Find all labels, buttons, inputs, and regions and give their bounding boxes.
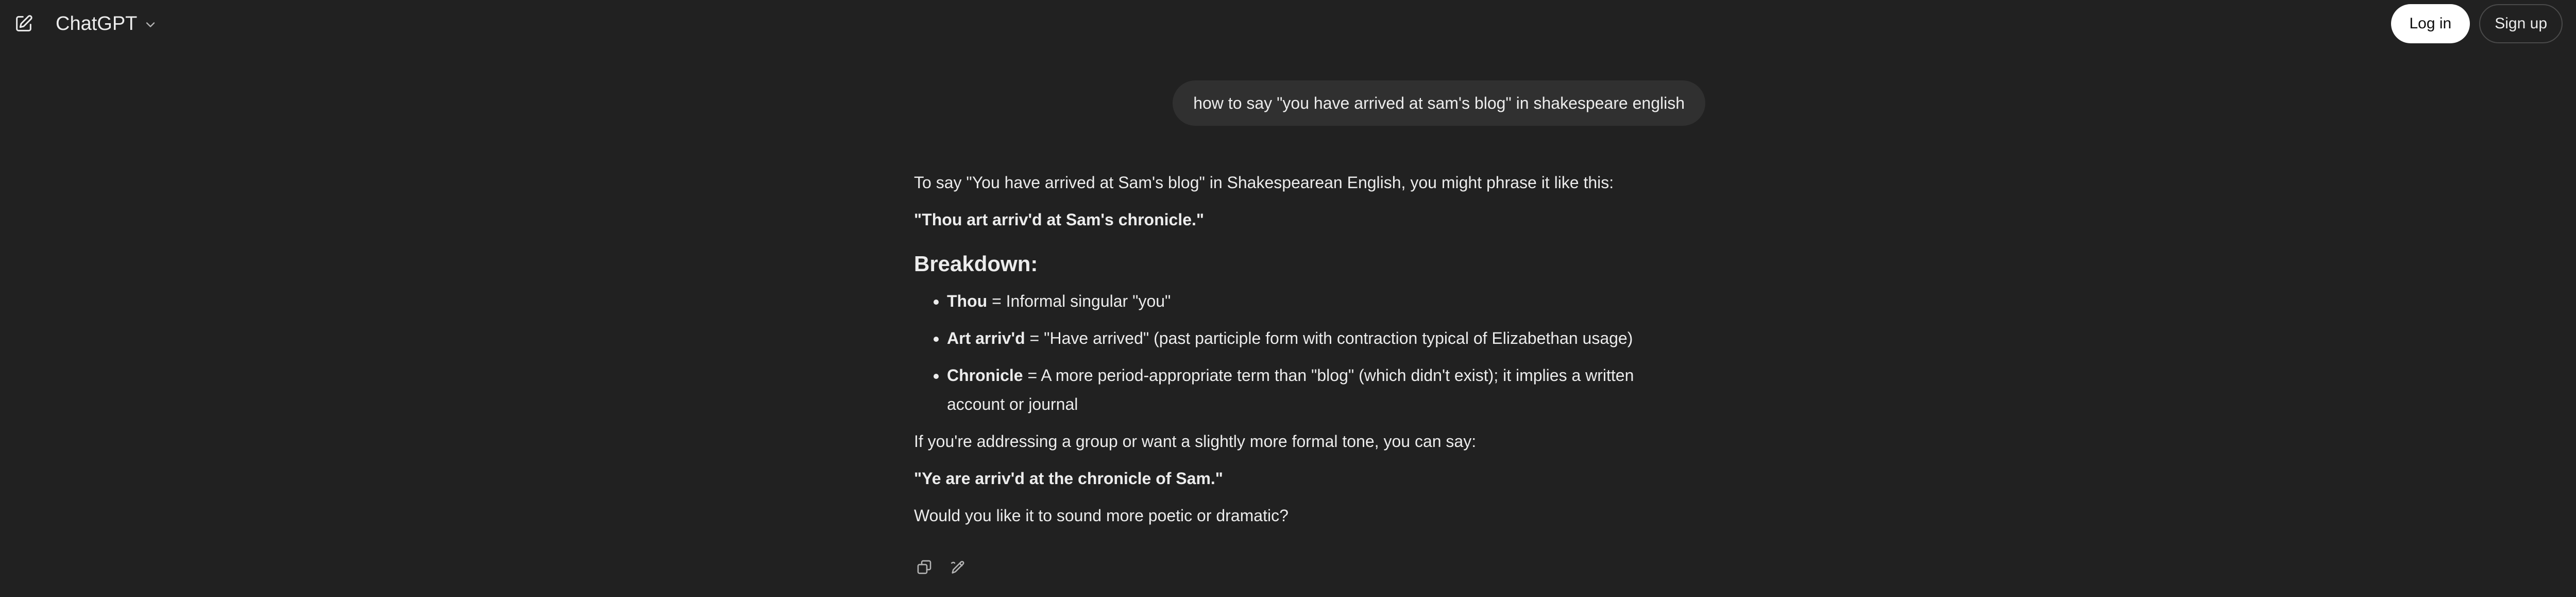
new-chat-button[interactable] xyxy=(10,10,37,37)
login-button[interactable]: Log in xyxy=(2391,4,2470,43)
breakdown-term: Thou xyxy=(947,292,988,310)
formal-intro: If you're addressing a group or want a s… xyxy=(914,432,1477,451)
message-actions xyxy=(914,557,969,577)
breakdown-definition: = "Have arrived" (past participle form w… xyxy=(1025,329,1633,347)
breakdown-definition: = A more period-appropriate term than "b… xyxy=(947,366,1634,413)
breakdown-term: Chronicle xyxy=(947,366,1023,385)
assistant-intro: To say "You have arrived at Sam's blog" … xyxy=(914,173,1614,192)
breakdown-term: Art arriv'd xyxy=(947,329,1025,347)
breakdown-item: Chronicle = A more period-appropriate te… xyxy=(947,361,1668,419)
breakdown-item: Art arriv'd = "Have arrived" (past parti… xyxy=(947,324,1668,353)
user-message: how to say "you have arrived at sam's bl… xyxy=(1173,80,1705,126)
model-selector[interactable]: ChatGPT xyxy=(56,9,158,38)
edit-button[interactable] xyxy=(948,557,969,577)
chevron-down-icon xyxy=(146,22,155,27)
edit-icon xyxy=(951,561,964,574)
copy-icon xyxy=(917,560,931,574)
assistant-closing: Would you like it to sound more poetic o… xyxy=(914,506,1289,525)
breakdown-list: Thou = Informal singular "you" Art arriv… xyxy=(914,287,1705,419)
copy-button[interactable] xyxy=(914,557,935,577)
signup-button[interactable]: Sign up xyxy=(2479,4,2563,43)
translation-quote: "Thou art arriv'd at Sam's chronicle." xyxy=(914,210,1205,229)
breakdown-item: Thou = Informal singular "you" xyxy=(947,287,1668,316)
header-actions: Log in Sign up xyxy=(2391,3,2576,44)
user-message-row: how to say "you have arrived at sam's bl… xyxy=(1173,80,1705,126)
assistant-message: To say "You have arrived at Sam's blog" … xyxy=(914,168,1705,538)
breakdown-heading: Breakdown: xyxy=(914,252,1038,276)
top-header: ChatGPT Log in Sign up xyxy=(0,0,2576,47)
formal-quote: "Ye are arriv'd at the chronicle of Sam.… xyxy=(914,469,1223,488)
model-name: ChatGPT xyxy=(56,12,138,35)
new-chat-icon xyxy=(16,15,32,31)
breakdown-definition: = Informal singular "you" xyxy=(987,292,1171,310)
